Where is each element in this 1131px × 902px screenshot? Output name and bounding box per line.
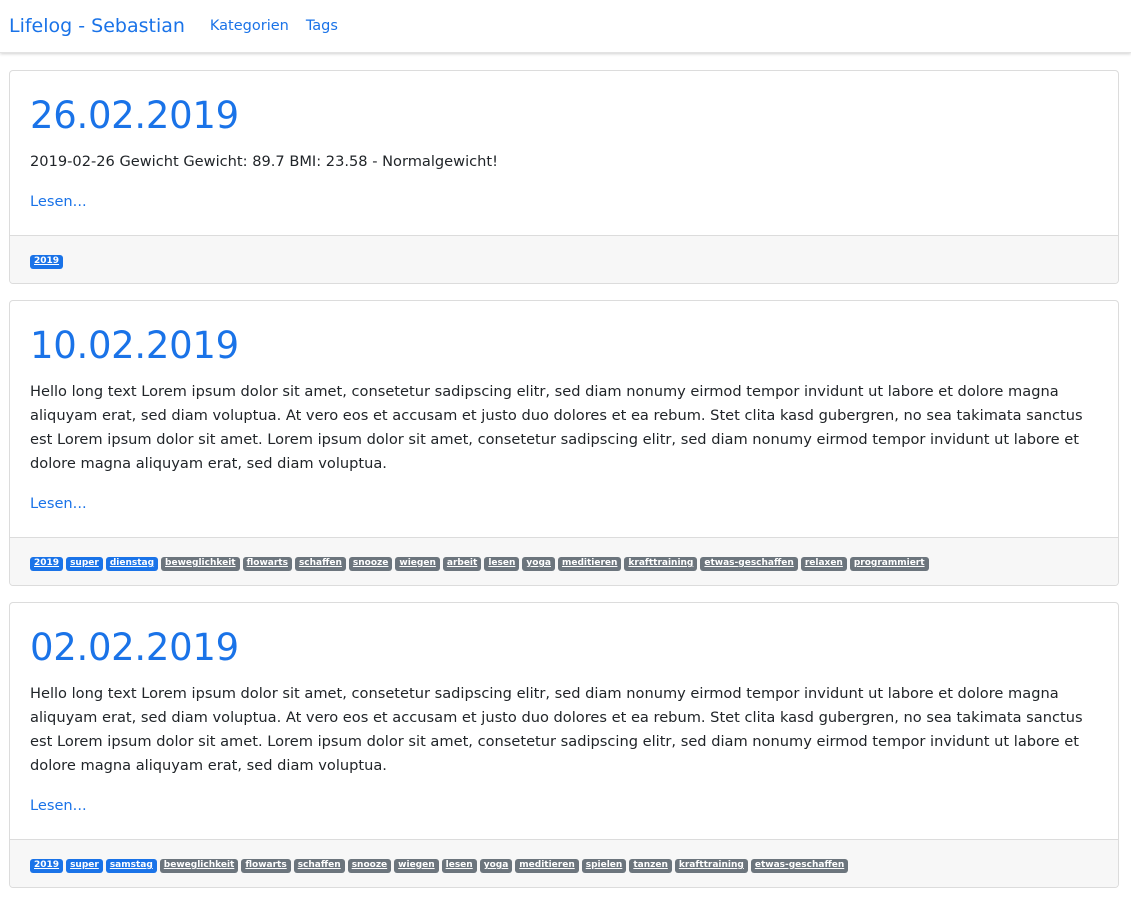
tag-badge-tanzen[interactable]: tanzen: [629, 859, 672, 873]
tag-badge-relaxen[interactable]: relaxen: [800, 557, 847, 571]
tag-badge-flowarts[interactable]: flowarts: [242, 557, 292, 571]
entry-tags: 2019 super samstag beweglichkeit flowarts sch…: [10, 839, 1118, 887]
tag-badge-yoga[interactable]: yoga: [479, 859, 513, 873]
tag-badge-lesen[interactable]: lesen: [441, 859, 477, 873]
tag-badge-wiegen[interactable]: wiegen: [395, 557, 440, 571]
tag-badge-snooze[interactable]: snooze: [347, 859, 392, 873]
entry-body: 26.02.2019 2019-02-26 Gewicht Gewicht: 8…: [10, 71, 1118, 235]
tag-badge-schaffen[interactable]: schaffen: [293, 859, 345, 873]
tag-badge-2019[interactable]: 2019: [30, 859, 64, 873]
tag-badge-super[interactable]: super: [66, 859, 103, 873]
tag-badge-spielen[interactable]: spielen: [581, 859, 627, 873]
tag-badge-flowarts[interactable]: flowarts: [241, 859, 291, 873]
tag-badge-krafttraining[interactable]: krafttraining: [624, 557, 698, 571]
entry-card: 10.02.2019 Hello long text Lorem ipsum d…: [9, 300, 1119, 586]
tag-badge-lesen[interactable]: lesen: [484, 557, 520, 571]
read-more-link[interactable]: Lesen...: [30, 191, 87, 213]
entry-feed: 26.02.2019 2019-02-26 Gewicht Gewicht: 8…: [0, 53, 1131, 888]
entry-body: 02.02.2019 Hello long text Lorem ipsum d…: [10, 603, 1118, 839]
entry-card: 26.02.2019 2019-02-26 Gewicht Gewicht: 8…: [9, 70, 1119, 284]
entry-text: Hello long text Lorem ipsum dolor sit am…: [30, 383, 1083, 472]
nav-link-kategorien[interactable]: Kategorien: [210, 18, 289, 34]
entry-card: 02.02.2019 Hello long text Lorem ipsum d…: [9, 602, 1119, 888]
read-more-link[interactable]: Lesen...: [30, 493, 87, 515]
tag-badge-meditieren[interactable]: meditieren: [557, 557, 622, 571]
entry-tags: 2019: [10, 235, 1118, 283]
tag-badge-yoga[interactable]: yoga: [522, 557, 555, 571]
entry-tags: 2019 super dienstag beweglichkeit flowarts sc…: [10, 537, 1118, 585]
tag-badge-dienstag[interactable]: dienstag: [105, 557, 159, 571]
tag-badge-snooze[interactable]: snooze: [348, 557, 393, 571]
entry-date: 02.02.2019: [30, 626, 239, 669]
tag-badge-programmiert[interactable]: programmiert: [849, 557, 929, 571]
tag-badge-meditieren[interactable]: meditieren: [515, 859, 579, 873]
top-navbar: Lifelog - Sebastian Kategorien Tags: [0, 0, 1131, 53]
entry-body: 10.02.2019 Hello long text Lorem ipsum d…: [10, 301, 1118, 537]
tag-badge-beweglichkeit[interactable]: beweglichkeit: [159, 859, 239, 873]
tag-badge-etwas-geschaffen[interactable]: etwas-geschaffen: [700, 557, 798, 571]
tag-badge-super[interactable]: super: [66, 557, 103, 571]
entry-date: 10.02.2019: [30, 324, 239, 367]
tag-badge-2019[interactable]: 2019: [30, 557, 64, 571]
entry-date: 26.02.2019: [30, 94, 239, 137]
tag-badge-wiegen[interactable]: wiegen: [394, 859, 439, 873]
tag-badge-arbeit[interactable]: arbeit: [442, 557, 482, 571]
tag-badge-etwas-geschaffen[interactable]: etwas-geschaffen: [750, 859, 849, 873]
tag-badge-2019[interactable]: 2019: [30, 255, 64, 269]
read-more-link[interactable]: Lesen...: [30, 795, 87, 817]
tag-badge-schaffen[interactable]: schaffen: [294, 557, 346, 571]
tag-badge-samstag[interactable]: samstag: [105, 859, 157, 873]
tag-badge-krafttraining[interactable]: krafttraining: [674, 859, 748, 873]
brand-link[interactable]: Lifelog - Sebastian: [9, 15, 185, 37]
entry-text: 2019-02-26 Gewicht Gewicht: 89.7 BMI: 23…: [30, 153, 498, 170]
entry-text: Hello long text Lorem ipsum dolor sit am…: [30, 685, 1083, 774]
nav-link-tags[interactable]: Tags: [306, 18, 338, 34]
tag-badge-beweglichkeit[interactable]: beweglichkeit: [161, 557, 240, 571]
